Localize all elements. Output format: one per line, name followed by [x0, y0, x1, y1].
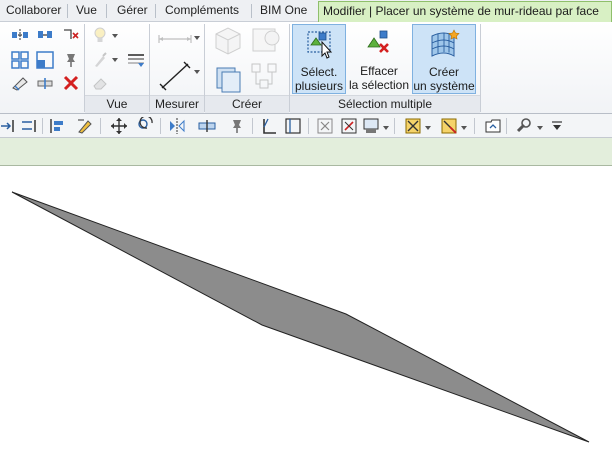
toolbar-divider: [160, 118, 161, 134]
toolbar-divider: [308, 118, 309, 134]
drawing-canvas[interactable]: [0, 166, 612, 469]
measure-icon[interactable]: [157, 30, 193, 48]
ribbon: Vue Mesurer Créer Sélect. plusieurs Effa…: [0, 22, 612, 114]
chevron-down-icon[interactable]: [112, 34, 118, 38]
create-system-label-2: un système: [413, 79, 475, 93]
chevron-down-icon[interactable]: [425, 126, 431, 130]
unjoin-icon[interactable]: [62, 26, 80, 44]
split-element-icon[interactable]: [198, 117, 216, 135]
select-multiple-button[interactable]: Sélect. plusieurs: [292, 24, 346, 94]
override-graphics-icon[interactable]: [440, 117, 458, 135]
tab-divider: [155, 4, 156, 18]
wall-face[interactable]: [11, 191, 590, 443]
chevron-down-icon[interactable]: [537, 126, 543, 130]
chevron-down-icon[interactable]: [383, 126, 389, 130]
wrench-icon[interactable]: [514, 117, 532, 135]
clear-selection-label-2: la sélection: [348, 78, 410, 92]
tab-divider: [106, 4, 107, 18]
toolbar-divider: [394, 118, 395, 134]
align-icon[interactable]: [0, 117, 18, 135]
mirror-icon[interactable]: [168, 117, 186, 135]
linework-icon[interactable]: [127, 51, 145, 69]
create-system-button[interactable]: Créer un système: [412, 24, 476, 94]
create-system-label-1: Créer: [428, 65, 459, 79]
customize-toolbar-icon[interactable]: [548, 117, 566, 135]
lightbulb-icon[interactable]: [91, 26, 109, 44]
tab-vue[interactable]: Vue: [72, 0, 101, 22]
eraser-icon[interactable]: [91, 74, 109, 92]
pin-icon[interactable]: [62, 51, 80, 69]
chevron-down-icon[interactable]: [112, 58, 118, 62]
delete-icon[interactable]: [62, 74, 80, 92]
trim-multiple-icon[interactable]: [284, 117, 302, 135]
group-icon[interactable]: [250, 26, 282, 56]
paintbrush-icon[interactable]: [91, 51, 109, 69]
tab-bim-one[interactable]: BIM One: [256, 0, 311, 22]
rotate-icon[interactable]: [136, 117, 154, 135]
toolbar-divider: [100, 118, 101, 134]
trim-icon[interactable]: [260, 117, 278, 135]
clear-selection-label-1: Effacer: [360, 64, 398, 78]
clear-selection-icon: [367, 30, 389, 53]
array-icon[interactable]: [11, 51, 29, 69]
move-icon[interactable]: [110, 117, 128, 135]
mirror-axis-icon[interactable]: [48, 117, 66, 135]
tab-complements[interactable]: Compléments: [161, 0, 243, 22]
modify-toolbar: [0, 114, 612, 138]
toolbar-divider: [506, 118, 507, 134]
panel-title-selection-multiple: Sélection multiple: [290, 95, 480, 113]
panel-title-mesurer: Mesurer: [150, 95, 204, 113]
split-face-icon[interactable]: [11, 74, 29, 92]
chevron-down-icon[interactable]: [194, 70, 200, 74]
panel-title-creer: Créer: [205, 95, 289, 113]
tab-modifier-placer-mur-rideau[interactable]: Modifier | Placer un système de mur-ride…: [318, 1, 612, 22]
delete-icon[interactable]: [316, 117, 334, 135]
component-icon[interactable]: [212, 26, 244, 56]
model-view: [11, 191, 590, 443]
tab-divider: [251, 4, 252, 18]
panel-divider: [480, 24, 481, 112]
select-multiple-icon: [307, 31, 333, 59]
parts-icon[interactable]: [214, 64, 246, 94]
create-group-icon[interactable]: [362, 117, 380, 135]
chevron-down-icon[interactable]: [194, 36, 200, 40]
offset-icon[interactable]: [20, 117, 38, 135]
tab-collaborer[interactable]: Collaborer: [2, 0, 65, 22]
scale-icon[interactable]: [36, 51, 54, 69]
toolbar-divider: [42, 118, 43, 134]
edit-icon[interactable]: [340, 117, 358, 135]
tab-divider: [67, 4, 68, 18]
toolbar-divider: [474, 118, 475, 134]
hide-element-icon[interactable]: [404, 117, 422, 135]
select-multiple-label-2: plusieurs: [294, 79, 344, 93]
assembly-icon[interactable]: [250, 62, 280, 92]
align-icon[interactable]: [11, 26, 29, 44]
revit-window: Collaborer Vue Gérer Compléments BIM One…: [0, 0, 612, 469]
split-icon[interactable]: [36, 74, 54, 92]
offset-icon[interactable]: [36, 26, 54, 44]
clear-selection-button[interactable]: Effacer la sélection: [348, 24, 410, 94]
dimension-icon[interactable]: [158, 60, 192, 92]
tab-gerer[interactable]: Gérer: [113, 0, 152, 22]
match-type-icon[interactable]: [76, 117, 94, 135]
ribbon-tab-bar: Collaborer Vue Gérer Compléments BIM One…: [0, 0, 612, 22]
options-bar: [0, 138, 612, 166]
pin-icon[interactable]: [228, 117, 246, 135]
panel-title-vue: Vue: [85, 95, 149, 113]
toolbar-divider: [252, 118, 253, 134]
curtain-system-icon: [431, 29, 460, 57]
view-folder-icon[interactable]: [484, 117, 502, 135]
select-multiple-label-1: Sélect.: [300, 65, 338, 79]
chevron-down-icon[interactable]: [461, 126, 467, 130]
